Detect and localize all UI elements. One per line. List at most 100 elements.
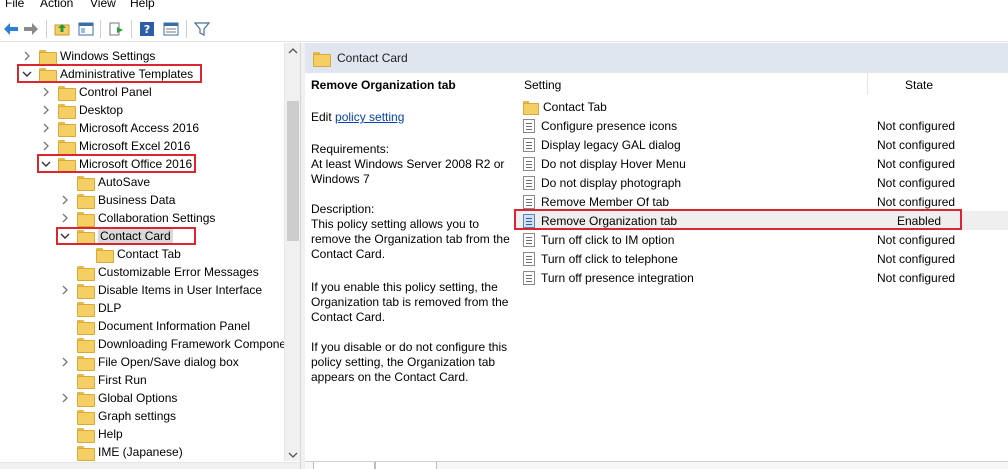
- chevron-right-icon[interactable]: [59, 284, 71, 296]
- setting-row[interactable]: Remove Member Of tab Not configured: [516, 192, 1008, 211]
- tree-item[interactable]: Windows Settings: [21, 47, 155, 65]
- tree-item-label: Business Data: [98, 193, 176, 207]
- policy-tree: Windows Settings Administrative Templates…: [0, 43, 300, 464]
- column-header-setting[interactable]: Setting: [524, 78, 561, 92]
- policy-setting-link[interactable]: policy setting: [335, 110, 404, 124]
- tree-item[interactable]: Administrative Templates: [21, 65, 193, 83]
- setting-state: Not configured: [877, 156, 956, 171]
- settings-list: Setting State Contact Tab Configure prese…: [516, 73, 1008, 469]
- tree-item-label: Global Options: [98, 391, 178, 405]
- chevron-right-icon[interactable]: [21, 50, 33, 62]
- tree-item-label: Microsoft Excel 2016: [79, 139, 191, 153]
- chevron-right-icon[interactable]: [59, 392, 71, 404]
- setting-row[interactable]: Do not display photograph Not configured: [516, 173, 1008, 192]
- policy-document-icon: [523, 213, 535, 228]
- chevron-right-icon[interactable]: [59, 356, 71, 368]
- menu-bar: File Action View Help: [0, 0, 1008, 12]
- folder-icon: [58, 139, 76, 155]
- folder-icon: [39, 49, 57, 65]
- forward-arrow-icon[interactable]: [22, 20, 40, 38]
- setting-row[interactable]: Display legacy GAL dialog Not configured: [516, 135, 1008, 154]
- tree-item[interactable]: Collaboration Settings: [59, 209, 215, 227]
- tree-item[interactable]: Downloading Framework Compone: [59, 335, 286, 353]
- setting-name: Turn off click to telephone: [541, 251, 678, 266]
- scroll-up-icon[interactable]: [288, 45, 298, 55]
- setting-name: Turn off presence integration: [541, 270, 694, 285]
- tab-extended[interactable]: [313, 462, 375, 469]
- folder-icon: [523, 100, 539, 115]
- setting-state: Not configured: [877, 137, 956, 152]
- chevron-down-icon[interactable]: [21, 68, 33, 80]
- tree-item-label: Control Panel: [79, 85, 152, 99]
- setting-row[interactable]: Turn off presence integration Not configu…: [516, 268, 1008, 287]
- setting-row[interactable]: Remove Organization tab Enabled: [516, 211, 1008, 230]
- policy-document-icon: [523, 175, 535, 190]
- menu-view[interactable]: View: [90, 0, 116, 10]
- tree-item[interactable]: Microsoft Access 2016: [40, 119, 199, 137]
- policy-document-icon: [523, 156, 535, 171]
- policy-heading: Remove Organization tab: [311, 78, 456, 92]
- chevron-right-icon[interactable]: [40, 86, 52, 98]
- back-arrow-icon[interactable]: [2, 20, 20, 38]
- setting-row[interactable]: Do not display Hover Menu Not configured: [516, 154, 1008, 173]
- requirements-text: Requirements: At least Windows Server 20…: [311, 142, 516, 187]
- folder-icon: [58, 121, 76, 137]
- menu-action[interactable]: Action: [40, 0, 73, 10]
- requirements-label: Requirements:: [311, 142, 390, 156]
- folder-icon: [96, 247, 114, 263]
- properties-icon[interactable]: [162, 20, 180, 38]
- tree-item[interactable]: First Run: [59, 371, 147, 389]
- column-header-state[interactable]: State: [905, 78, 933, 92]
- tree-item[interactable]: AutoSave: [59, 173, 150, 191]
- tree-item[interactable]: File Open/Save dialog box: [59, 353, 239, 371]
- filter-icon[interactable]: [193, 20, 211, 38]
- column-divider[interactable]: [867, 73, 868, 95]
- tree-item[interactable]: Business Data: [59, 191, 175, 209]
- setting-row[interactable]: Configure presence icons Not configured: [516, 116, 1008, 135]
- chevron-right-icon[interactable]: [59, 212, 71, 224]
- tree-item[interactable]: Microsoft Office 2016: [40, 155, 192, 173]
- tree-item[interactable]: Contact Card: [59, 227, 173, 245]
- folder-icon: [77, 337, 95, 353]
- chevron-right-icon[interactable]: [59, 194, 71, 206]
- up-folder-icon[interactable]: [53, 20, 71, 38]
- tree-vertical-scrollbar[interactable]: [284, 43, 300, 461]
- chevron-down-icon[interactable]: [40, 158, 52, 170]
- scroll-down-icon[interactable]: [288, 449, 298, 459]
- menu-file[interactable]: File: [5, 0, 24, 10]
- chevron-right-icon[interactable]: [40, 104, 52, 116]
- setting-state: Not configured: [877, 118, 956, 133]
- menu-help[interactable]: Help: [130, 0, 155, 10]
- tree-item[interactable]: Microsoft Excel 2016: [40, 137, 190, 155]
- tree-item[interactable]: Customizable Error Messages: [59, 263, 259, 281]
- chevron-down-icon[interactable]: [59, 230, 71, 242]
- setting-row[interactable]: Contact Tab: [516, 97, 1008, 116]
- scrollbar-thumb[interactable]: [287, 101, 299, 241]
- setting-row[interactable]: Turn off click to telephone Not configure…: [516, 249, 1008, 268]
- export-list-icon[interactable]: [107, 20, 125, 38]
- help-icon[interactable]: ?: [138, 20, 156, 38]
- folder-icon: [77, 283, 95, 299]
- edit-prefix: Edit: [311, 110, 332, 124]
- tree-item[interactable]: IME (Japanese): [59, 443, 183, 461]
- chevron-right-icon[interactable]: [40, 122, 52, 134]
- tree-item[interactable]: Document Information Panel: [59, 317, 250, 335]
- show-hide-tree-icon[interactable]: [77, 20, 95, 38]
- setting-name: Contact Tab: [543, 99, 607, 114]
- tree-item[interactable]: Global Options: [59, 389, 177, 407]
- tab-standard[interactable]: [375, 462, 437, 469]
- tree-item[interactable]: Disable Items in User Interface: [59, 281, 262, 299]
- folder-icon: [77, 175, 95, 191]
- tree-item[interactable]: Contact Tab: [78, 245, 181, 263]
- tree-item[interactable]: Help: [59, 425, 123, 443]
- tree-item[interactable]: Desktop: [40, 101, 123, 119]
- tree-item-label: Administrative Templates: [60, 67, 194, 81]
- tree-horizontal-scrollbar[interactable]: [0, 462, 300, 469]
- setting-row[interactable]: Turn off click to IM option Not configure…: [516, 230, 1008, 249]
- folder-icon: [39, 67, 57, 83]
- tree-item[interactable]: Control Panel: [40, 83, 152, 101]
- tree-item[interactable]: Graph settings: [59, 407, 176, 425]
- tree-item[interactable]: DLP: [59, 299, 121, 317]
- chevron-right-icon[interactable]: [40, 140, 52, 152]
- folder-icon: [77, 355, 95, 371]
